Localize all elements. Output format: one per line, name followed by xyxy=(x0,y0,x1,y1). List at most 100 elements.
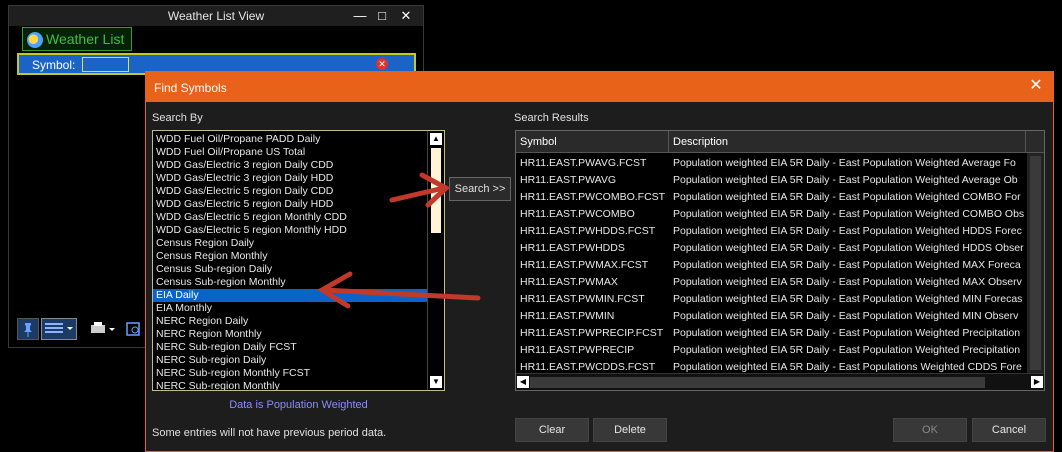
search-by-item[interactable]: EIA Monthly xyxy=(156,302,212,315)
weather-window-titlebar[interactable]: Weather List View — □ ✕ xyxy=(9,6,423,26)
symbol-cell: HR11.EAST.PWMIN xyxy=(520,310,615,322)
table-row[interactable]: HR11.EAST.PWCOMBO.FCST Population weighte… xyxy=(516,189,1026,206)
search-by-item[interactable]: WDD Gas/Electric 5 region Monthly HDD xyxy=(156,224,347,237)
table-row[interactable]: HR11.EAST.PWPRECIP.FCST Population weight… xyxy=(516,325,1026,342)
results-vertical-scrollbar[interactable] xyxy=(1027,153,1044,374)
population-weighted-note: Data is Population Weighted xyxy=(229,399,368,411)
description-cell: Population weighted EIA 5R Daily - East … xyxy=(673,191,1021,203)
scroll-down-icon[interactable]: ▼ xyxy=(430,376,442,388)
description-cell: Population weighted EIA 5R Daily - East … xyxy=(673,310,1019,322)
delete-button[interactable]: Delete xyxy=(593,418,667,442)
pin-icon[interactable] xyxy=(17,318,39,340)
table-row[interactable]: HR11.EAST.PWMAX Population weighted EIA 5… xyxy=(516,274,1026,291)
search-by-item[interactable]: Census Sub-region Daily xyxy=(156,263,272,276)
description-cell: Population weighted EIA 5R Daily - East … xyxy=(673,361,1022,373)
symbol-input[interactable] xyxy=(82,57,129,72)
description-cell: Population weighted EIA 5R Daily - East … xyxy=(673,157,1016,169)
symbol-cell: HR11.EAST.PWPRECIP.FCST xyxy=(520,327,664,339)
search-by-item[interactable]: WDD Fuel Oil/Propane US Total xyxy=(156,146,305,159)
search-by-item[interactable]: WDD Fuel Oil/Propane PADD Daily xyxy=(156,133,320,146)
symbol-cell: HR11.EAST.PWAVG.FCST xyxy=(520,157,647,169)
search-by-item[interactable]: NERC Sub-region Monthly FCST xyxy=(156,367,310,380)
description-cell: Population weighted EIA 5R Daily - East … xyxy=(673,174,1018,186)
maximize-icon[interactable]: □ xyxy=(371,7,393,25)
clear-button[interactable]: Clear xyxy=(515,418,589,442)
symbol-cell: HR11.EAST.PWHDDS xyxy=(520,242,625,254)
tab-weather-list-label: Weather List xyxy=(46,31,125,47)
search-by-item[interactable]: NERC Sub-region Daily xyxy=(156,354,266,367)
dialog-titlebar[interactable]: Find Symbols ✕ xyxy=(146,72,1053,102)
search-button[interactable]: Search >> xyxy=(449,177,511,201)
description-cell: Population weighted EIA 5R Daily - East … xyxy=(673,327,1021,339)
search-by-item[interactable]: Census Region Daily xyxy=(156,237,254,250)
symbol-cell: HR11.EAST.PWCOMBO xyxy=(520,208,635,220)
search-by-item[interactable]: NERC Sub-region Daily FCST xyxy=(156,341,297,354)
symbol-cell: HR11.EAST.PWMAX.FCST xyxy=(520,259,649,271)
search-by-label: Search By xyxy=(152,112,203,124)
tab-weather-list[interactable]: Weather List xyxy=(22,27,132,51)
description-cell: Population weighted EIA 5R Daily - East … xyxy=(673,259,1021,271)
search-by-item[interactable]: Census Region Monthly xyxy=(156,250,267,263)
previous-period-note: Some entries will not have previous peri… xyxy=(152,427,387,439)
cancel-button[interactable]: Cancel xyxy=(972,418,1046,442)
close-icon[interactable]: ✕ xyxy=(395,7,417,25)
symbol-label: Symbol: xyxy=(32,58,76,72)
results-horizontal-scrollbar[interactable]: ◀ ▶ xyxy=(516,373,1044,390)
table-row[interactable]: HR11.EAST.PWMIN.FCST Population weighted … xyxy=(516,291,1026,308)
minimize-icon[interactable]: — xyxy=(349,7,371,25)
scroll-thumb[interactable] xyxy=(431,148,441,233)
clear-symbol-icon[interactable]: ✕ xyxy=(376,58,388,70)
results-header: Symbol Description xyxy=(516,131,1044,153)
ok-button[interactable]: OK xyxy=(893,418,967,442)
symbol-cell: HR11.EAST.PWCOMBO.FCST xyxy=(520,191,666,203)
scroll-up-icon[interactable]: ▲ xyxy=(430,133,442,145)
table-row[interactable]: HR11.EAST.PWHDDS Population weighted EIA … xyxy=(516,240,1026,257)
scroll-right-icon[interactable]: ▶ xyxy=(1031,376,1043,388)
search-by-item[interactable]: WDD Gas/Electric 3 region Daily CDD xyxy=(156,159,333,172)
symbol-cell: HR11.EAST.PWAVG xyxy=(520,174,617,186)
table-row[interactable]: HR11.EAST.PWAVG.FCST Population weighted … xyxy=(516,155,1026,172)
table-row[interactable]: HR11.EAST.PWMIN Population weighted EIA 5… xyxy=(516,308,1026,325)
symbol-cell: HR11.EAST.PWPRECIP xyxy=(520,344,635,356)
weather-icon xyxy=(27,32,43,48)
table-row[interactable]: HR11.EAST.PWCDDS.FCST Population weighted… xyxy=(516,359,1026,373)
table-row[interactable]: HR11.EAST.PWMAX.FCST Population weighted … xyxy=(516,257,1026,274)
search-by-item[interactable]: NERC Region Daily xyxy=(156,315,248,328)
description-cell: Population weighted EIA 5R Daily - East … xyxy=(673,293,1023,305)
find-symbols-dialog: Find Symbols ✕ Search By WDD Fuel Oil/Pr… xyxy=(145,71,1054,452)
search-by-item[interactable]: WDD Gas/Electric 5 region Monthly CDD xyxy=(156,211,347,224)
search-by-item[interactable]: WDD Gas/Electric 5 region Daily HDD xyxy=(156,198,333,211)
scroll-thumb[interactable] xyxy=(530,377,985,388)
description-cell: Population weighted EIA 5R Daily - East … xyxy=(673,225,1022,237)
symbol-cell: HR11.EAST.PWHDDS.FCST xyxy=(520,225,656,237)
column-header-symbol[interactable]: Symbol xyxy=(516,131,669,153)
search-results-label: Search Results xyxy=(514,112,589,124)
description-cell: Population weighted EIA 5R Daily - East … xyxy=(673,276,1022,288)
search-by-item[interactable]: WDD Gas/Electric 3 region Daily HDD xyxy=(156,172,333,185)
description-cell: Population weighted EIA 5R Daily - East … xyxy=(673,208,1025,220)
search-by-item[interactable]: Census Sub-region Monthly xyxy=(156,276,286,289)
column-header-description[interactable]: Description xyxy=(669,131,1026,153)
table-row[interactable]: HR11.EAST.PWCOMBO Population weighted EIA… xyxy=(516,206,1026,223)
table-row[interactable]: HR11.EAST.PWPRECIP Population weighted EI… xyxy=(516,342,1026,359)
description-cell: Population weighted EIA 5R Daily - East … xyxy=(673,242,1024,254)
search-by-item[interactable]: WDD Gas/Electric 5 region Daily CDD xyxy=(156,185,333,198)
search-by-item[interactable]: EIA Daily xyxy=(153,289,427,302)
search-by-scrollbar[interactable]: ▲ ▼ xyxy=(427,131,444,390)
close-icon[interactable]: ✕ xyxy=(1027,77,1045,95)
description-cell: Population weighted EIA 5R Daily - East … xyxy=(673,344,1021,356)
list-view-icon[interactable] xyxy=(41,318,77,340)
search-by-item[interactable]: NERC Sub-region Monthly xyxy=(156,380,280,390)
results-body: HR11.EAST.PWAVG.FCST Population weighted … xyxy=(516,155,1026,373)
scroll-left-icon[interactable]: ◀ xyxy=(517,376,529,388)
symbol-cell: HR11.EAST.PWMAX xyxy=(520,276,618,288)
print-icon[interactable] xyxy=(87,318,117,340)
search-by-list[interactable]: WDD Fuel Oil/Propane PADD Daily WDD Fuel … xyxy=(152,130,445,391)
table-row[interactable]: HR11.EAST.PWHDDS.FCST Population weighted… xyxy=(516,223,1026,240)
search-by-item[interactable]: NERC Region Monthly xyxy=(156,328,262,341)
symbol-cell: HR11.EAST.PWMIN.FCST xyxy=(520,293,645,305)
dialog-title: Find Symbols xyxy=(154,81,227,95)
scroll-thumb[interactable] xyxy=(1030,156,1041,370)
search-results-table: Symbol Description HR11.EAST.PWAVG.FCST P… xyxy=(515,130,1045,391)
table-row[interactable]: HR11.EAST.PWAVG Population weighted EIA 5… xyxy=(516,172,1026,189)
